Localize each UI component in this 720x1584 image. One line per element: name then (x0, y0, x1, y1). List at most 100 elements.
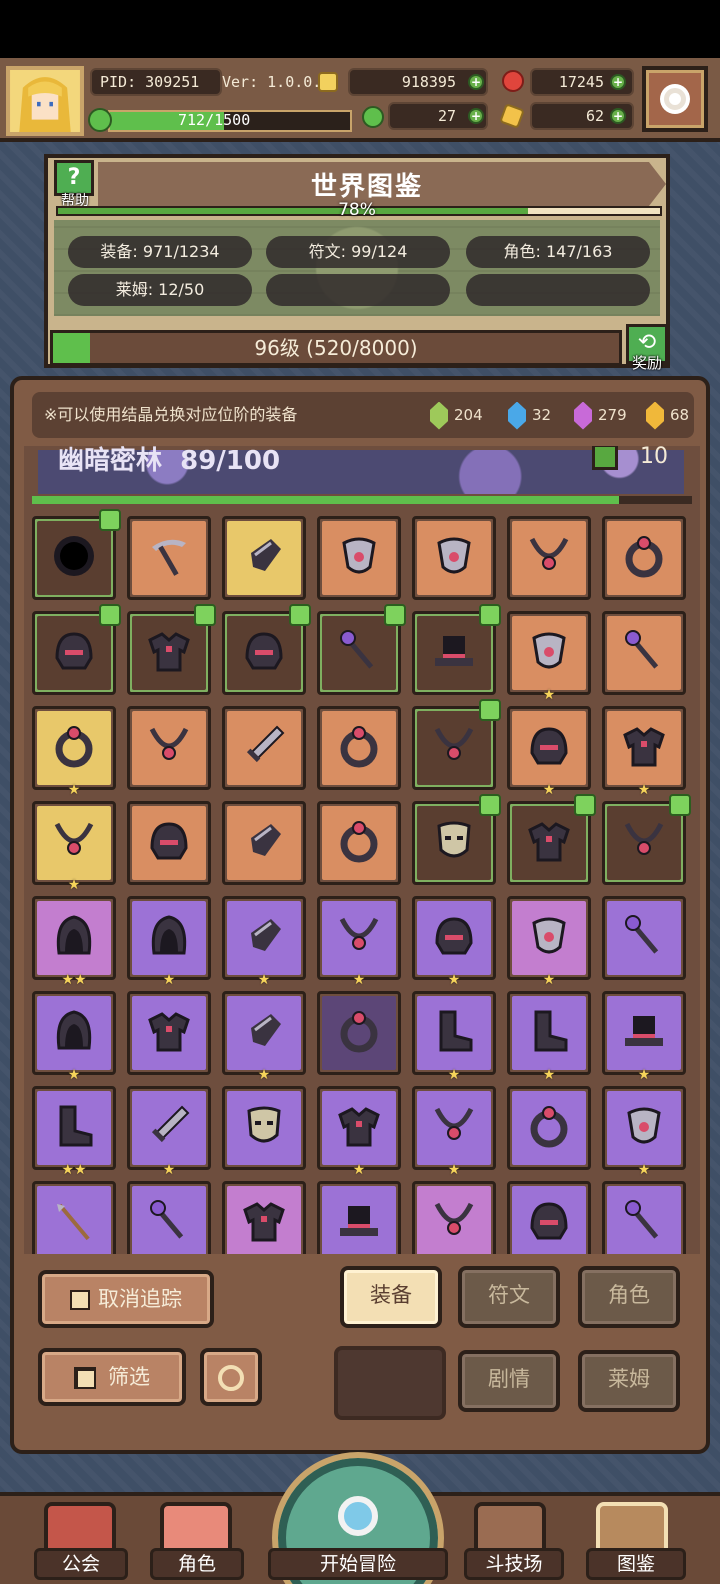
equipment-slot[interactable]: ★ (127, 1181, 211, 1254)
equipment-slot[interactable] (127, 991, 211, 1075)
clover-add-button[interactable]: + (468, 108, 484, 124)
equipment-slot[interactable]: ★ (412, 896, 496, 987)
equipment-slot[interactable]: ★ (32, 801, 116, 892)
ruby-add-button[interactable]: + (610, 74, 626, 90)
equipment-slot[interactable] (222, 516, 306, 600)
staff-icon (621, 913, 667, 959)
equipment-slot[interactable]: ★ (127, 1086, 211, 1177)
empty-slot (334, 1346, 446, 1420)
equipment-slot[interactable]: ★ (222, 896, 306, 987)
equipment-slot[interactable] (602, 611, 686, 695)
equipment-slot[interactable]: ★★ (32, 896, 116, 987)
equipment-slot[interactable] (32, 509, 121, 600)
equipment-slot[interactable] (222, 706, 306, 790)
equipment-slot[interactable] (222, 604, 311, 695)
equipment-slot[interactable]: ★ (602, 1086, 686, 1177)
equipment-slot[interactable] (32, 604, 121, 695)
equipment-slot[interactable]: ★ (602, 1181, 686, 1254)
ring-icon (51, 723, 97, 769)
necklace-icon (51, 818, 97, 864)
equipment-slot[interactable] (317, 604, 406, 695)
equipment-slot[interactable] (222, 801, 306, 885)
equipment-slot[interactable] (412, 604, 501, 695)
player-avatar[interactable] (6, 66, 84, 136)
equipment-slot[interactable]: ★ (412, 991, 496, 1082)
nav-adventure[interactable]: 开始冒险 (268, 1452, 448, 1584)
equipment-slot[interactable]: ★★ (32, 1086, 116, 1177)
tab-character[interactable]: 角色 (578, 1266, 680, 1328)
nav-codex[interactable]: 图鉴 (586, 1492, 686, 1584)
armor-icon (146, 628, 192, 674)
equipment-slot[interactable]: ★ (32, 1181, 116, 1254)
nav-arena[interactable]: 斗技场 (464, 1492, 564, 1584)
untrack-button[interactable]: 取消追踪 (38, 1270, 214, 1328)
equipment-slot[interactable] (412, 794, 501, 885)
equipment-slot[interactable]: ★ (412, 1086, 496, 1177)
equipment-slot[interactable]: ★ (222, 1181, 306, 1254)
equipment-slot[interactable]: ★ (507, 611, 591, 702)
energy-icon (499, 103, 525, 129)
equipment-slot[interactable] (127, 801, 211, 885)
tab-rune[interactable]: 符文 (458, 1266, 560, 1328)
equipment-slot[interactable] (412, 516, 496, 600)
settings-button[interactable] (642, 66, 708, 132)
equipment-slot[interactable]: ★★ (412, 1181, 496, 1254)
stat-empty-1 (266, 274, 450, 306)
equipment-slot[interactable]: ★ (317, 896, 401, 987)
tab-equipment[interactable]: 装备 (340, 1266, 442, 1328)
nav-guild[interactable]: 公会 (34, 1492, 128, 1584)
equipment-slot[interactable] (507, 1086, 591, 1170)
spear-icon (51, 1198, 97, 1244)
tracked-thumb-icon (574, 794, 596, 816)
equipment-slot[interactable] (602, 896, 686, 980)
equipment-slot[interactable] (317, 991, 401, 1075)
tab-lime[interactable]: 莱姆 (578, 1350, 680, 1412)
equipment-slot[interactable] (317, 801, 401, 885)
tab-story[interactable]: 剧情 (458, 1350, 560, 1412)
equipment-slot[interactable]: ★ (127, 896, 211, 987)
equipment-slot[interactable]: ★ (602, 706, 686, 797)
equipment-slot[interactable]: ★★ (507, 1181, 591, 1254)
app-root: PID: 309251 Ver: 1.0.0.7 918395 + 17245 … (0, 58, 720, 1584)
equipment-slot[interactable] (222, 1086, 306, 1170)
equipment-slot[interactable] (127, 706, 211, 790)
equipment-slot[interactable] (602, 794, 691, 885)
energy-add-button[interactable]: + (610, 108, 626, 124)
equipment-slot[interactable] (602, 516, 686, 600)
equipment-slot[interactable] (127, 516, 211, 600)
nav-character[interactable]: 角色 (150, 1492, 244, 1584)
equipment-slot[interactable] (412, 699, 501, 790)
filter-button[interactable]: 筛选 (38, 1348, 186, 1406)
star-rating: ★★ (61, 972, 87, 988)
gauntlet-icon (241, 533, 287, 579)
equipment-slot[interactable]: ★ (222, 991, 306, 1082)
equipment-slot[interactable]: ★ (602, 991, 686, 1082)
equipment-slot[interactable]: ★ (507, 896, 591, 987)
equipment-slot[interactable]: ★ (507, 991, 591, 1082)
equipment-slot[interactable] (507, 516, 591, 600)
equipment-slot[interactable] (127, 604, 216, 695)
necklace-icon (146, 723, 192, 769)
armor-icon (621, 723, 667, 769)
equipment-slot[interactable] (507, 794, 596, 885)
equipment-slot[interactable]: ★ (317, 1181, 401, 1254)
refresh-button[interactable] (200, 1348, 262, 1406)
tracked-thumb-icon (99, 509, 121, 531)
exp-text: 712/1500 (178, 111, 251, 129)
equipment-slot[interactable]: ★ (32, 706, 116, 797)
tab-lime-label: 莱姆 (608, 1367, 650, 1391)
equipment-slot[interactable]: ★ (317, 1086, 401, 1177)
equipment-slot[interactable] (317, 706, 401, 790)
tracked-thumb-icon (289, 604, 311, 626)
gold-add-button[interactable]: + (468, 74, 484, 90)
nav-arena-label: 斗技场 (464, 1548, 564, 1580)
equipment-slot[interactable]: ★ (32, 991, 116, 1082)
star-rating: ★ (447, 1067, 461, 1083)
equipment-slot[interactable]: ★ (507, 706, 591, 797)
equipment-scroll-list[interactable]: 幽暗密林 89/100 10 ★★★★★★★★★★★★★★★★★★★★★★★★★… (24, 446, 700, 1254)
hood-icon (51, 1008, 97, 1054)
region-header[interactable]: 幽暗密林 89/100 10 (38, 446, 684, 494)
equipment-slot[interactable] (317, 516, 401, 600)
reward-button[interactable]: ⟲ 奖励 (622, 324, 672, 372)
star-rating: ★ (67, 782, 81, 798)
